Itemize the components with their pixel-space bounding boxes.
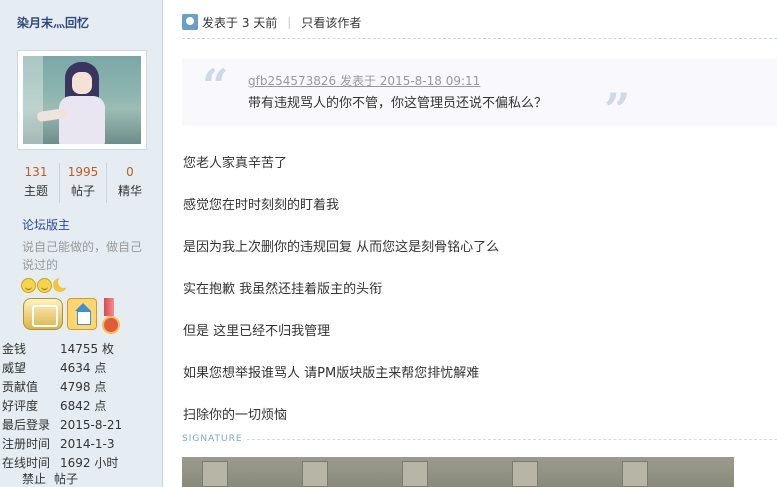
medal-list [23,298,120,334]
info-label: 金钱 [2,342,27,356]
info-value: 4634 点 [60,361,107,375]
gold-badge-icon[interactable] [23,298,63,330]
info-label: 威望 [2,361,27,375]
stat-posts-label: 帖子 [70,184,95,198]
divider: | [287,15,292,29]
header-divider [182,38,777,39]
signature-image [182,457,734,487]
signature-divider: SIGNATURE [182,434,777,444]
stat-digest[interactable]: 0 精华 [107,163,153,203]
stat-posts-count: 1995 [67,165,99,179]
post-header: 发表于 3 天前 | 只看该作者 [182,12,361,32]
user-group-link[interactable]: 论坛版主 [22,216,70,233]
signature-label: SIGNATURE [182,434,243,444]
stat-topics-count: 131 [24,165,48,179]
only-author-link[interactable]: 只看该作者 [301,14,361,31]
open-quote-icon: “ [202,59,229,113]
moderation-links: 禁止 帖子 [22,470,78,487]
quote-text: 带有违规骂人的你不管，你这管理员还说不偏私么？ [248,96,548,111]
info-label: 注册时间 [2,437,51,451]
avatar[interactable] [17,50,147,150]
post-line: 实在抱歉 我虽然还挂着版主的头衔 [183,282,383,297]
info-row-money: 金钱 14755 枚 [2,340,160,359]
house-badge-icon[interactable] [67,298,97,330]
smile-icon [21,278,36,293]
stat-digest-label: 精华 [117,184,142,198]
user-short-signature: 说自己能做的，做自己说过的 [22,240,143,272]
smile-icon [37,278,52,293]
author-name-link[interactable]: 染月末灬回忆 [17,14,89,31]
post-line: 如果您想举报谁骂人 请PM版块版主来帮您排忧解难 [183,366,480,381]
info-value: 14755 枚 [60,342,114,356]
online-status-icon [182,14,198,30]
quote-block: “ gfb254573826 发表于 2015-8-18 09:11 带有违规骂… [182,58,777,133]
post-line: 是因为我上次删你的违规回复 从而您这是刻骨铭心了么 [183,240,500,255]
post-line: 感觉您在时时刻刻的盯着我 [183,198,340,213]
info-value: 6842 点 [60,399,107,413]
medal-icon[interactable] [101,298,120,334]
level-icons [21,276,70,293]
post-line: 您老人家真辛苦了 [183,156,288,171]
info-label: 最后登录 [2,418,51,432]
stat-topics-label: 主题 [23,184,48,198]
post-time: 发表于 3 天前 [202,15,278,30]
stat-digest-count: 0 [126,165,134,179]
info-row-last-login: 最后登录 2015-8-21 [2,416,160,435]
posts-link[interactable]: 帖子 [54,470,78,487]
author-info: 金钱 14755 枚 威望 4634 点 贡献值 4798 点 好评度 6842… [2,340,160,473]
info-row-contribution: 贡献值 4798 点 [2,378,160,397]
info-row-rating: 好评度 6842 点 [2,397,160,416]
info-label: 好评度 [2,399,39,413]
info-row-prestige: 威望 4634 点 [2,359,160,378]
info-value: 4798 点 [60,380,107,394]
author-sidebar: 染月末灬回忆 131 主题 1995 帖子 0 精华 论坛版主 说自己能做的，做… [0,0,163,487]
post-line: 但是 这里已经不归我管理 [183,324,331,339]
post-body: 您老人家真辛苦了 感觉您在时时刻刻的盯着我 是因为我上次删你的违规回复 从而您这… [183,155,499,449]
stat-topics[interactable]: 131 主题 [13,163,60,203]
stat-posts[interactable]: 1995 帖子 [60,163,107,203]
moon-icon [53,276,70,293]
avatar-image [23,56,141,144]
ban-link[interactable]: 禁止 [22,470,46,487]
info-value: 2014-1-3 [60,437,115,451]
author-stats: 131 主题 1995 帖子 0 精华 [13,163,153,203]
info-row-register-time: 注册时间 2014-1-3 [2,435,160,454]
info-value: 2015-8-21 [60,418,123,432]
info-label: 贡献值 [2,380,39,394]
quote-author-link[interactable]: gfb254573826 发表于 2015-8-18 09:11 [248,72,480,89]
close-quote-icon: ” [604,83,631,137]
